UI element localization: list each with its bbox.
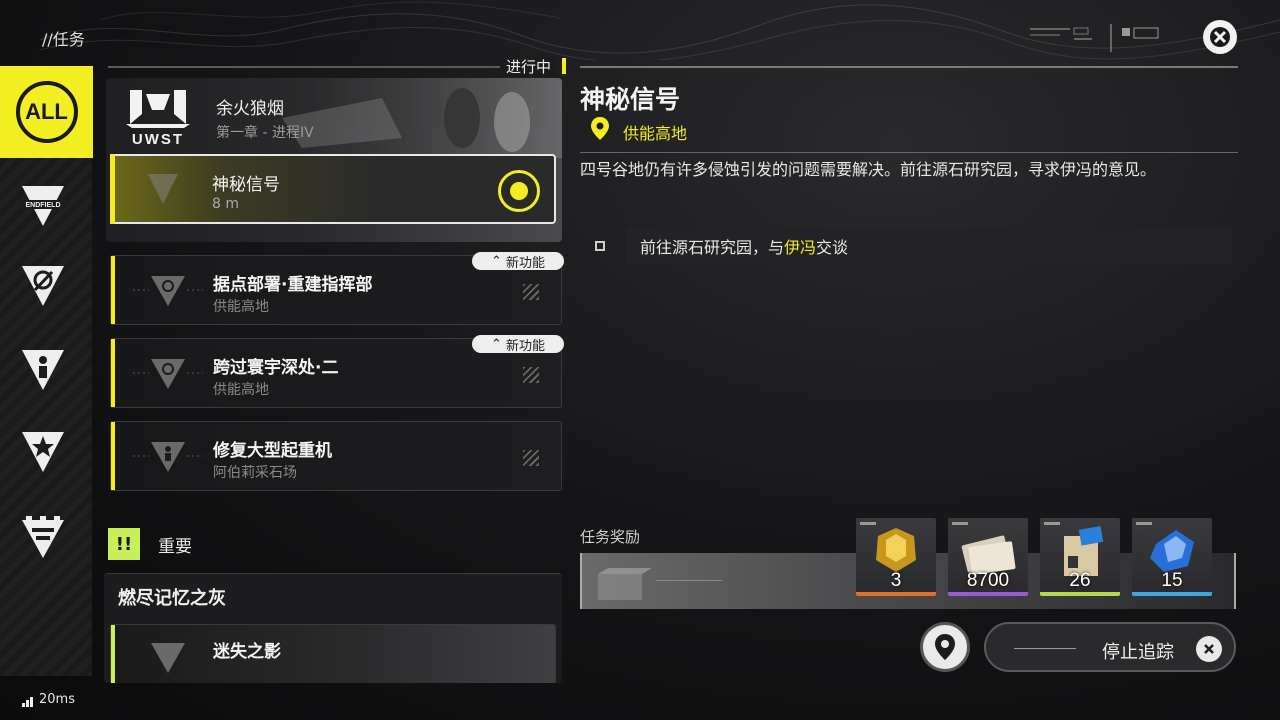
reward-item[interactable]: 15	[1132, 518, 1212, 596]
stop-tracking-button[interactable]: 停止追踪	[984, 622, 1236, 672]
reward-item[interactable]: 8700	[948, 518, 1028, 596]
chapter-artwork	[262, 78, 562, 158]
character-quest-icon	[133, 442, 203, 472]
network-status: 20ms	[22, 692, 75, 707]
objective-checkbox-icon	[595, 241, 605, 251]
quest-objective: 前往源石研究园，与 伊冯 交谈	[626, 228, 1232, 264]
quest-distance: 8 m	[212, 196, 239, 212]
header-divider-right	[580, 66, 1238, 68]
reward-count: 26	[1069, 570, 1091, 591]
reward-count: 8700	[966, 570, 1010, 591]
reward-item[interactable]: 3	[856, 518, 936, 596]
endfield-quest-icon	[148, 174, 178, 204]
uwst-label: UWST	[132, 131, 184, 148]
rewards-label: 任务奖励	[580, 528, 641, 546]
quest-title: 修复大型起重机	[213, 441, 332, 461]
quest-location: 阿伯莉采石场	[213, 465, 297, 481]
quest-title: 神秘信号	[212, 175, 280, 195]
quest-hatch-decoration	[523, 367, 539, 383]
quest-accent-bar	[111, 422, 115, 490]
uwst-logo: UWST	[126, 90, 190, 148]
ongoing-marker	[562, 58, 566, 74]
battery-icon	[22, 516, 64, 558]
quest-accent-bar	[111, 625, 115, 683]
explore-quest-icon	[151, 643, 185, 673]
explore-icon	[22, 266, 64, 306]
button-decoration-line	[1014, 648, 1076, 649]
quest-title: 跨过寰宇深处·二	[213, 358, 339, 378]
reward-item[interactable]: 26	[1040, 518, 1120, 596]
new-feature-badge: ⌃ 新功能	[472, 252, 564, 271]
chapter-progress: 第一章 - 进程IV	[216, 125, 314, 141]
rarity-rim	[1040, 592, 1120, 596]
badge-label: 新功能	[505, 255, 545, 271]
quest-hatch-decoration	[523, 450, 539, 466]
quest-hatch-decoration	[523, 284, 539, 300]
chapter-title: 余火狼烟	[216, 99, 284, 119]
quest-location: 供能高地	[213, 382, 269, 398]
explore-quest-icon	[133, 359, 203, 389]
rarity-rim	[1132, 592, 1212, 596]
quest-title: 据点部署·重建指挥部	[213, 275, 373, 295]
category-endfield-button[interactable]: ENDFIELD	[18, 184, 68, 230]
breadcrumb: //任务	[42, 30, 85, 49]
quest-accent-bar	[110, 154, 115, 224]
close-icon	[1210, 27, 1230, 47]
all-label: ALL	[15, 81, 78, 143]
important-icon: !!	[108, 528, 140, 560]
close-button[interactable]	[1203, 20, 1237, 54]
reward-crate-icon	[598, 568, 652, 600]
reward-count: 15	[1161, 570, 1183, 591]
category-explore-button[interactable]	[18, 264, 68, 310]
header-decoration	[1030, 24, 1159, 52]
objective-text: 前往源石研究园，与	[640, 238, 785, 257]
reward-arrow-decoration	[656, 580, 722, 581]
tracking-target-icon	[498, 170, 540, 212]
quest-location: 供能高地	[623, 124, 688, 143]
quest-item-active[interactable]: 神秘信号 8 m	[110, 154, 556, 224]
endfield-label: ENDFIELD	[26, 202, 61, 209]
rewards-strip-edge	[1234, 553, 1236, 609]
endfield-icon: ENDFIELD	[20, 186, 66, 226]
ongoing-label: 进行中	[500, 56, 558, 77]
quest-accent-bar	[111, 256, 115, 324]
star-icon	[22, 432, 64, 472]
detail-divider	[580, 152, 1238, 153]
quest-accent-bar	[111, 339, 115, 407]
location-pin-icon	[591, 117, 609, 140]
category-star-button[interactable]	[18, 430, 68, 476]
quest-description: 四号谷地仍有许多侵蚀引发的问题需要解决。前往源石研究园，寻求伊冯的意见。	[580, 160, 1157, 179]
double-chevron-up-icon: ⌃	[491, 336, 502, 352]
objective-text-end: 交谈	[816, 238, 849, 257]
important-quest-item[interactable]: 迷失之影	[110, 624, 556, 683]
category-character-button[interactable]	[18, 348, 68, 394]
ping-value: 20ms	[39, 692, 75, 707]
stop-tracking-label: 停止追踪	[1102, 642, 1174, 663]
important-chapter-title: 燃尽记忆之灰	[118, 588, 226, 609]
double-chevron-up-icon: ⌃	[491, 253, 502, 269]
signal-icon	[22, 697, 33, 707]
character-icon	[22, 350, 64, 390]
badge-label: 新功能	[505, 338, 545, 354]
quest-location: 供能高地	[213, 299, 269, 315]
objective-npc-name: 伊冯	[784, 238, 817, 257]
rarity-rim	[948, 592, 1028, 596]
map-location-button[interactable]	[920, 622, 970, 672]
close-icon	[1196, 636, 1222, 662]
important-section-label: 重要	[158, 537, 192, 557]
quest-title: 迷失之影	[213, 642, 281, 662]
explore-quest-icon	[133, 276, 203, 306]
header-divider-left	[108, 66, 500, 68]
location-pin-icon	[935, 634, 955, 660]
new-feature-badge: ⌃ 新功能	[472, 335, 564, 354]
quest-detail-title: 神秘信号	[580, 85, 681, 114]
category-all-button[interactable]: ALL	[0, 66, 93, 158]
category-battery-button[interactable]	[18, 514, 68, 560]
rarity-rim	[856, 592, 936, 596]
quest-item[interactable]: 修复大型起重机 阿伯莉采石场	[110, 421, 562, 491]
important-chapter-card: 燃尽记忆之灰 迷失之影	[104, 573, 562, 683]
reward-count: 3	[890, 570, 902, 591]
